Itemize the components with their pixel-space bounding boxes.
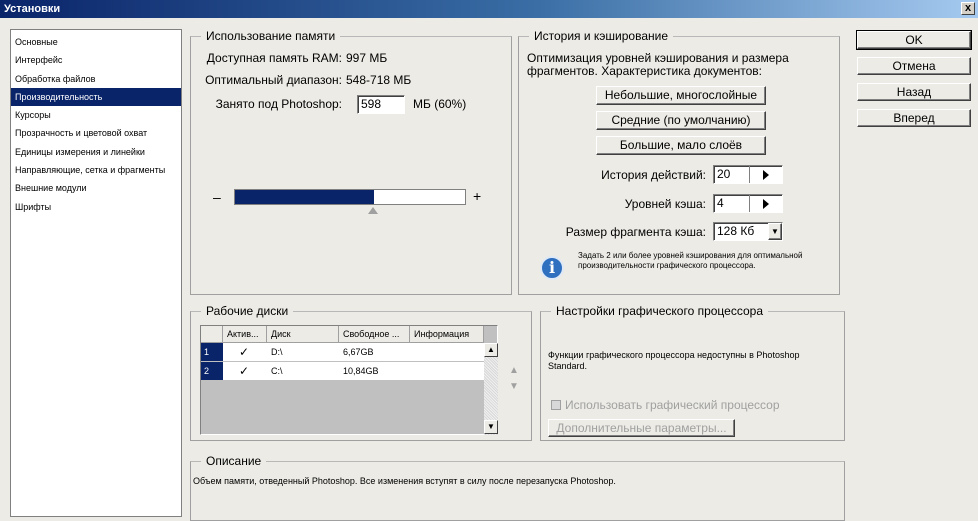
row-index: 1 <box>201 343 223 361</box>
preset-small-button[interactable]: Небольшие, многослойные <box>596 86 766 105</box>
gpu-unavailable-text: Функции графического процессора недоступ… <box>548 350 800 371</box>
row-free: 6,67GB <box>343 347 374 357</box>
row-free: 10,84GB <box>343 366 379 376</box>
sidebar-item-plugins[interactable]: Внешние модули <box>11 179 181 197</box>
description-group: Описание <box>190 454 845 521</box>
cache-tile-size-value: 128 Кб <box>717 224 755 238</box>
preset-medium-button[interactable]: Средние (по умолчанию) <box>596 111 766 130</box>
row-active-checkbox[interactable]: ✓ <box>235 343 249 361</box>
row-disk: C:\ <box>271 366 283 376</box>
preferences-sidebar: Основные Интерфейс Обработка файлов Прои… <box>10 29 182 517</box>
description-text: Объем памяти, отведенный Photoshop. Все … <box>193 476 616 486</box>
ram-label: Доступная память RAM: <box>206 51 342 65</box>
use-gpu-label: Использовать графический процессор <box>565 398 780 412</box>
sidebar-item-performance[interactable]: Производительность <box>11 87 181 107</box>
cache-levels-label: Уровней кэша: <box>624 197 706 211</box>
history-states-input[interactable]: 20 <box>713 165 783 184</box>
use-gpu-checkbox[interactable] <box>551 400 561 410</box>
move-up-icon[interactable]: ▲ <box>509 365 519 376</box>
cache-tile-size-label: Размер фрагмента кэша: <box>565 225 706 239</box>
row-disk: D:\ <box>271 347 283 357</box>
photoshop-memory-unit: МБ (60%) <box>413 97 467 111</box>
cache-levels-input[interactable]: 4 <box>713 194 783 213</box>
info-icon: i <box>540 256 564 280</box>
window-titlebar: Установки <box>0 0 978 18</box>
table-row[interactable]: 1 ✓ D:\ 6,67GB <box>201 343 484 361</box>
sidebar-item-type[interactable]: Шрифты <box>11 198 181 216</box>
scroll-down-icon[interactable]: ▼ <box>484 420 498 434</box>
next-button[interactable]: Вперед <box>857 109 971 127</box>
cache-levels-value: 4 <box>717 196 724 210</box>
history-cache-title: История и кэширование <box>529 29 674 43</box>
history-states-arrow-icon[interactable] <box>763 170 769 180</box>
cache-tip-text: Задать 2 или более уровней кэширования д… <box>578 251 803 270</box>
memory-slider-track[interactable] <box>234 189 466 205</box>
sidebar-item-cursors[interactable]: Курсоры <box>11 106 181 124</box>
sidebar-item-general[interactable]: Основные <box>11 33 181 51</box>
column-header-disk[interactable]: Диск <box>267 326 339 343</box>
row-active-checkbox[interactable]: ✓ <box>235 362 249 380</box>
window-title: Установки <box>4 3 61 15</box>
scroll-up-icon[interactable]: ▲ <box>484 343 498 357</box>
memory-usage-title: Использование памяти <box>201 29 341 43</box>
cache-levels-divider <box>749 195 750 212</box>
column-header-free[interactable]: Свободное ... <box>339 326 410 343</box>
ram-value: 997 МБ <box>346 51 388 65</box>
history-states-label: История действий: <box>601 168 706 182</box>
sidebar-item-units[interactable]: Единицы измерения и линейки <box>11 143 181 161</box>
history-states-value: 20 <box>717 167 731 181</box>
column-header-info[interactable]: Информация <box>410 326 484 343</box>
chevron-down-icon[interactable]: ▼ <box>768 223 782 240</box>
table-row[interactable]: 2 ✓ C:\ 10,84GB <box>201 362 484 380</box>
preset-large-button[interactable]: Большие, мало слоёв <box>596 136 766 155</box>
history-states-divider <box>749 166 750 183</box>
memory-slider-fill <box>235 190 374 204</box>
ok-button[interactable]: OK <box>856 30 972 50</box>
memory-increase-sign[interactable]: + <box>473 188 481 204</box>
close-button[interactable]: x <box>961 2 975 15</box>
cache-optimization-text: Оптимизация уровней кэширования и размер… <box>527 51 789 78</box>
sidebar-item-transparency[interactable]: Прозрачность и цветовой охват <box>11 124 181 142</box>
optimal-range-value: 548-718 МБ <box>346 73 412 87</box>
photoshop-memory-label: Занято под Photoshop: <box>215 97 342 111</box>
scratch-disks-table: Актив... Диск Свободное ... Информация 1… <box>200 325 498 435</box>
sidebar-item-file-handling[interactable]: Обработка файлов <box>11 70 181 88</box>
gpu-settings-title: Настройки графического процессора <box>551 304 768 318</box>
scratch-disks-title: Рабочие диски <box>201 304 294 318</box>
photoshop-memory-input[interactable]: 598 <box>357 95 405 114</box>
memory-decrease-sign[interactable]: – <box>213 189 221 205</box>
move-down-icon[interactable]: ▼ <box>509 381 519 392</box>
column-header-active[interactable]: Актив... <box>223 326 267 343</box>
sidebar-item-guides[interactable]: Направляющие, сетка и фрагменты <box>11 161 181 179</box>
description-title: Описание <box>201 454 267 468</box>
row-index: 2 <box>201 362 223 380</box>
memory-slider-thumb[interactable] <box>368 207 378 214</box>
table-corner <box>201 326 223 343</box>
sidebar-item-interface[interactable]: Интерфейс <box>11 51 181 69</box>
cache-levels-arrow-icon[interactable] <box>763 199 769 209</box>
optimal-range-label: Оптимальный диапазон: <box>205 73 342 87</box>
advanced-settings-button[interactable]: Дополнительные параметры... <box>548 419 735 437</box>
cancel-button[interactable]: Отмена <box>857 57 971 75</box>
prev-button[interactable]: Назад <box>857 83 971 101</box>
